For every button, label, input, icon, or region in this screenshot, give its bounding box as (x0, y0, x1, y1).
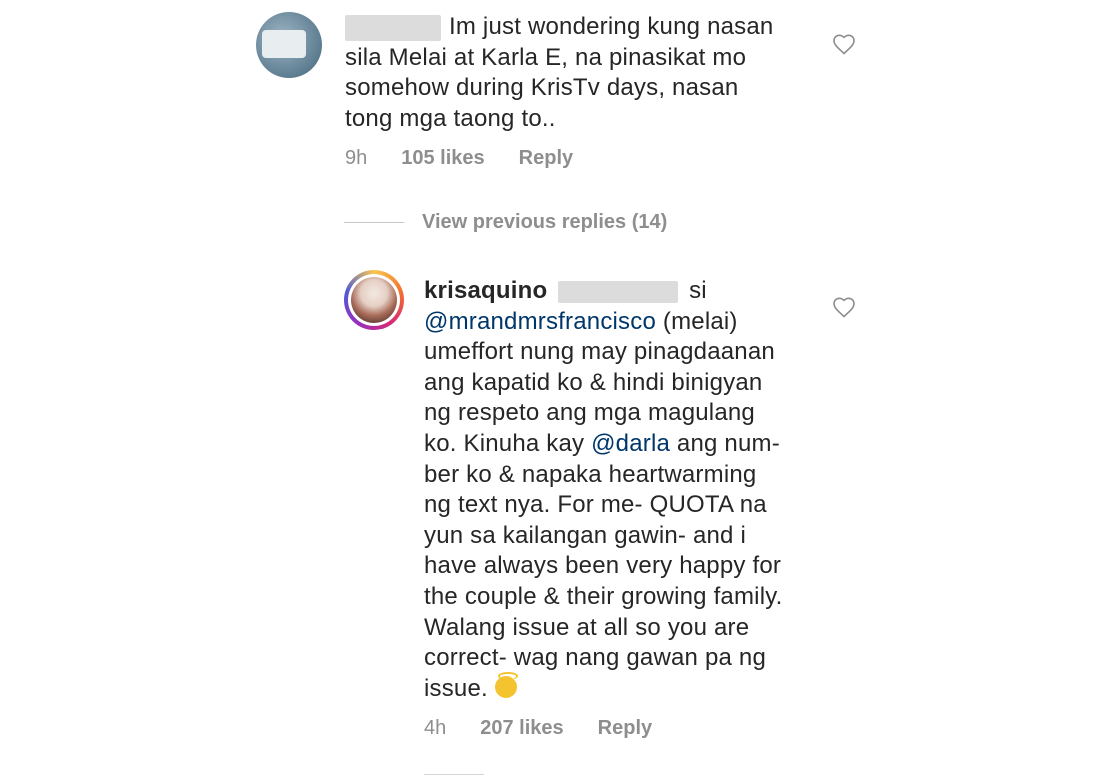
redacted-mention (558, 280, 679, 303)
comment-meta: 9h 105 likes Reply (345, 147, 607, 170)
angel-emoji-icon (494, 671, 518, 698)
view-previous-replies[interactable]: View previous replies (14) (344, 211, 667, 234)
avatar[interactable] (256, 12, 322, 78)
likes-count[interactable]: 105 likes (401, 147, 484, 169)
divider (344, 222, 404, 224)
heart-icon[interactable] (832, 33, 856, 55)
username[interactable]: krisaquino (424, 277, 547, 304)
redacted-avatar (262, 30, 306, 58)
comment-text: krisaquino si @mrandmrsfrancisco (melai)… (424, 277, 783, 702)
mention-link[interactable]: @mrandmrsfrancisco (424, 308, 656, 335)
profile-photo (351, 277, 397, 323)
reply-button[interactable]: Reply (519, 147, 573, 169)
timestamp: 4h (424, 717, 447, 739)
redacted-username (345, 14, 441, 41)
likes-count[interactable]: 207 likes (480, 717, 563, 739)
divider (424, 774, 484, 775)
mention-link[interactable]: @darla (591, 430, 670, 457)
heart-icon[interactable] (832, 296, 856, 318)
avatar[interactable] (344, 270, 404, 330)
reply-button[interactable]: Reply (598, 717, 652, 739)
comment-meta: 4h 207 likes Reply (424, 717, 686, 740)
comment-text: Im just wondering kung nasan sila Melai … (345, 13, 774, 132)
timestamp: 9h (345, 147, 368, 169)
